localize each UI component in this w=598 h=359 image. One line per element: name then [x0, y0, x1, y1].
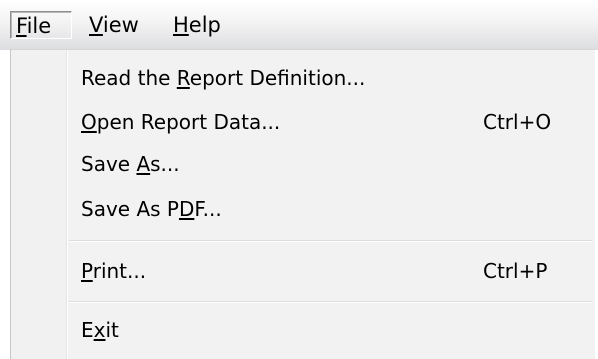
menu-help-label: Help — [173, 13, 221, 37]
file-menu-dropdown: Read the Report Definition... Open Repor… — [10, 49, 595, 359]
menu-item-print[interactable]: Print... Ctrl+P — [13, 253, 592, 289]
menu-view-label: View — [89, 13, 139, 37]
menu-item-shortcut: Ctrl+O — [483, 110, 552, 134]
menu-item-label: Exit — [81, 318, 119, 342]
menu-item-shortcut: Ctrl+P — [483, 259, 548, 283]
menu-help[interactable]: Help — [168, 11, 226, 39]
menu-separator — [69, 301, 592, 303]
menu-bar: File View Help — [0, 0, 598, 50]
menu-file-label: File — [16, 14, 52, 38]
menu-item-open-report-data[interactable]: Open Report Data... Ctrl+O — [13, 104, 592, 140]
menu-item-save-as[interactable]: Save As... — [13, 146, 592, 182]
menu-item-save-as-pdf[interactable]: Save As PDF... — [13, 191, 592, 227]
menu-separator — [69, 240, 592, 242]
menu-item-label: Save As... — [81, 152, 180, 176]
menu-item-label: Open Report Data... — [81, 110, 281, 134]
menu-item-label: Read the Report Definition... — [81, 66, 366, 90]
menu-file[interactable]: File — [10, 11, 72, 39]
menu-item-label: Print... — [81, 259, 147, 283]
menu-item-read-report-definition[interactable]: Read the Report Definition... — [13, 60, 592, 96]
menu-item-exit[interactable]: Exit — [13, 312, 592, 348]
menu-view[interactable]: View — [84, 11, 144, 39]
menu-item-label: Save As PDF... — [81, 197, 222, 221]
